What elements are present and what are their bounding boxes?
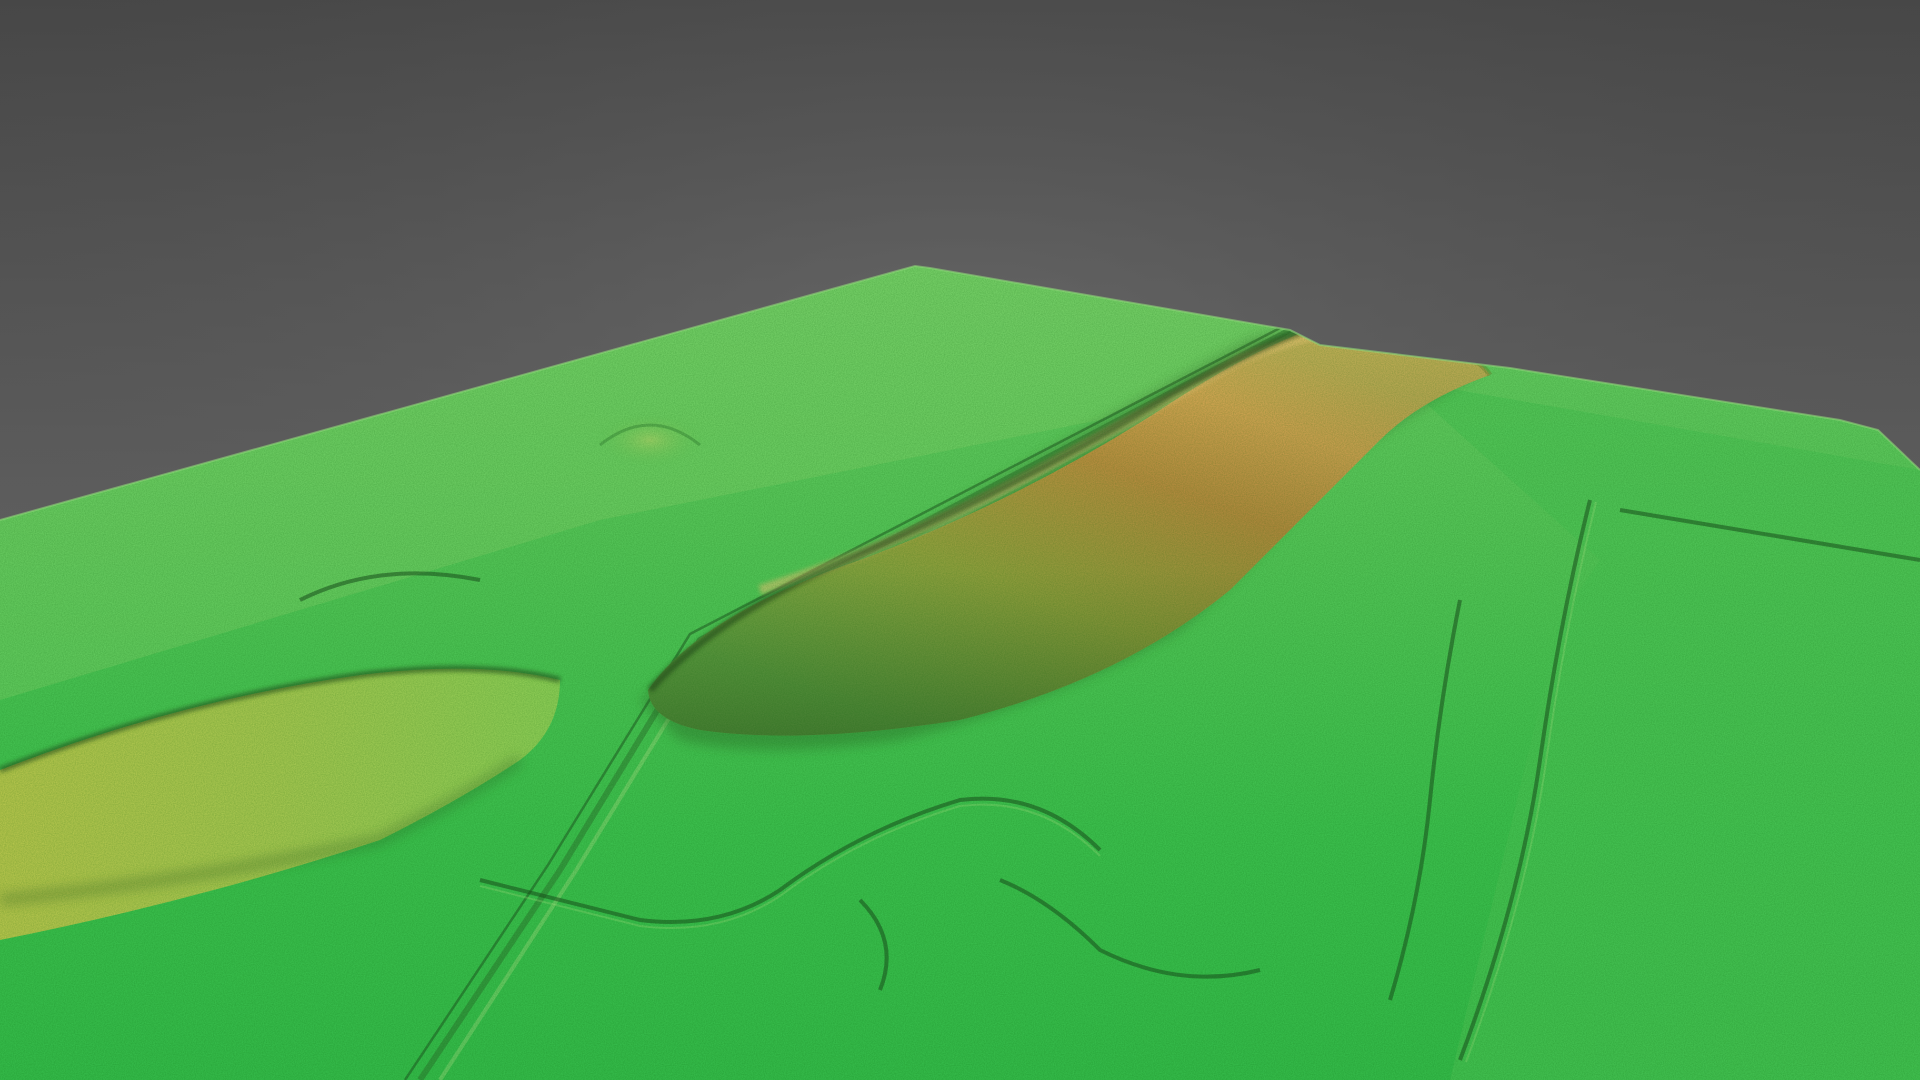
terrain-scene [0,0,1920,1080]
terrain-viewport[interactable] [0,0,1920,1080]
